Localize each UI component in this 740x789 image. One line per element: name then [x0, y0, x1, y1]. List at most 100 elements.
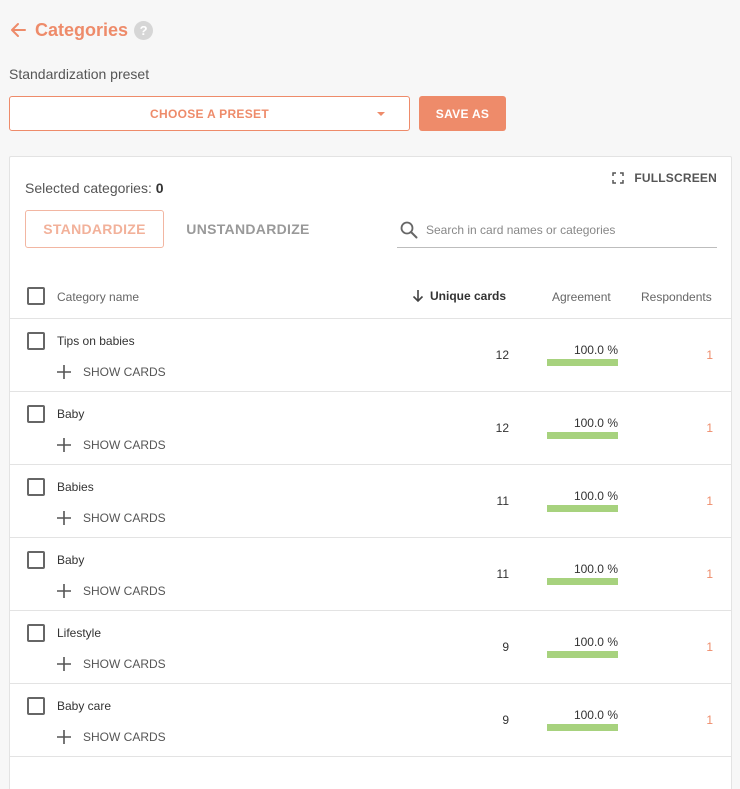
agreement-bar — [547, 505, 618, 512]
show-cards-label: SHOW CARDS — [83, 657, 166, 671]
category-name: Baby — [57, 553, 85, 567]
unique-cards-count: 12 — [495, 421, 509, 435]
preset-label: Standardization preset — [9, 66, 150, 82]
agreement-cell: 100.0 % — [547, 708, 618, 731]
agreement-percent: 100.0 % — [573, 708, 618, 722]
agreement-cell: 100.0 % — [547, 489, 618, 512]
caret-down-icon — [377, 112, 385, 116]
show-cards-label: SHOW CARDS — [83, 730, 166, 744]
plus-icon — [57, 657, 71, 671]
show-cards-button[interactable]: SHOW CARDS — [57, 511, 166, 525]
show-cards-button[interactable]: SHOW CARDS — [57, 365, 166, 379]
unique-cards-count: 9 — [502, 713, 509, 727]
category-name: Babies — [57, 480, 94, 494]
row-checkbox[interactable] — [27, 697, 45, 715]
agreement-bar — [547, 651, 618, 658]
categories-panel: Selected categories: 0 FULLSCREEN STANDA… — [9, 156, 732, 789]
unique-cards-count: 11 — [496, 494, 509, 508]
search-icon — [400, 221, 418, 238]
category-name: Baby care — [57, 699, 112, 713]
fullscreen-label: FULLSCREEN — [634, 171, 717, 185]
column-header-agreement: Agreement — [552, 290, 611, 304]
agreement-percent: 100.0 % — [573, 635, 618, 649]
standardize-button[interactable]: STANDARDIZE — [25, 210, 164, 248]
agreement-cell: 100.0 % — [547, 416, 618, 439]
show-cards-button[interactable]: SHOW CARDS — [57, 730, 166, 744]
agreement-bar-fill — [547, 359, 618, 366]
table-row: Baby SHOW CARDS 11 100.0 % 1 — [10, 538, 731, 611]
show-cards-button[interactable]: SHOW CARDS — [57, 657, 166, 671]
preset-select-value: CHOOSE A PRESET — [150, 106, 269, 121]
plus-icon — [57, 511, 71, 525]
agreement-cell: 100.0 % — [547, 343, 618, 366]
preset-select[interactable]: CHOOSE A PRESET — [9, 96, 410, 131]
agreement-bar-fill — [547, 432, 618, 439]
agreement-cell: 100.0 % — [547, 562, 618, 585]
column-header-unique-cards-label: Unique cards — [430, 289, 507, 303]
respondents-count[interactable]: 1 — [706, 494, 713, 508]
help-icon[interactable]: ? — [134, 20, 154, 40]
column-header-category-name: Category name — [57, 290, 140, 304]
selected-categories-count: 0 — [155, 180, 164, 196]
respondents-count[interactable]: 1 — [706, 640, 713, 654]
agreement-bar-fill — [547, 651, 618, 658]
row-checkbox[interactable] — [27, 405, 45, 423]
category-name: Lifestyle — [57, 626, 102, 640]
search-box — [397, 212, 717, 248]
show-cards-label: SHOW CARDS — [83, 511, 166, 525]
agreement-bar — [547, 432, 618, 439]
agreement-percent: 100.0 % — [573, 562, 618, 576]
row-checkbox[interactable] — [27, 332, 45, 350]
page-title: Categories — [35, 19, 129, 40]
plus-icon — [57, 584, 71, 598]
selected-categories-label: Selected categories: — [25, 180, 152, 196]
unique-cards-count: 9 — [502, 640, 509, 654]
unique-cards-count: 11 — [496, 567, 509, 581]
show-cards-button[interactable]: SHOW CARDS — [57, 438, 166, 452]
row-checkbox[interactable] — [27, 624, 45, 642]
agreement-percent: 100.0 % — [573, 343, 618, 357]
respondents-count[interactable]: 1 — [706, 421, 713, 435]
unique-cards-count: 12 — [495, 348, 509, 362]
table-row: Babies SHOW CARDS 11 100.0 % 1 — [10, 465, 731, 538]
fullscreen-icon — [612, 172, 625, 184]
unstandardize-button[interactable]: UNSTANDARDIZE — [178, 210, 318, 248]
row-checkbox[interactable] — [27, 551, 45, 569]
respondents-count[interactable]: 1 — [706, 713, 713, 727]
table-row: Baby SHOW CARDS 12 100.0 % 1 — [10, 392, 731, 465]
column-header-unique-cards[interactable]: Unique cards — [411, 289, 506, 303]
category-name: Baby — [57, 407, 85, 421]
table-row: Baby care SHOW CARDS 9 100.0 % 1 — [10, 684, 731, 757]
agreement-bar-fill — [547, 505, 618, 512]
fullscreen-button[interactable]: FULLSCREEN — [612, 171, 717, 185]
agreement-bar-fill — [547, 724, 618, 731]
respondents-count[interactable]: 1 — [706, 567, 713, 581]
show-cards-label: SHOW CARDS — [83, 438, 166, 452]
show-cards-label: SHOW CARDS — [83, 365, 166, 379]
plus-icon — [57, 365, 71, 379]
respondents-count[interactable]: 1 — [706, 348, 713, 362]
search-input[interactable] — [426, 222, 706, 237]
save-as-button[interactable]: SAVE AS — [419, 96, 506, 131]
show-cards-button[interactable]: SHOW CARDS — [57, 584, 166, 598]
table-row: Lifestyle SHOW CARDS 9 100.0 % 1 — [10, 611, 731, 684]
agreement-bar — [547, 578, 618, 585]
column-header-respondents: Respondents — [641, 290, 712, 304]
table-row: Tips on babies SHOW CARDS 12 100.0 % 1 — [10, 319, 731, 392]
row-checkbox[interactable] — [27, 478, 45, 496]
select-all-checkbox[interactable] — [27, 287, 45, 305]
agreement-cell: 100.0 % — [547, 635, 618, 658]
agreement-bar-fill — [547, 578, 618, 585]
category-name: Tips on babies — [57, 334, 135, 348]
arrow-down-icon — [412, 290, 424, 303]
selected-categories: Selected categories: 0 — [25, 180, 164, 196]
plus-icon — [57, 438, 71, 452]
table-header: Category name Unique cards Agreement Res… — [10, 277, 731, 319]
agreement-percent: 100.0 % — [573, 489, 618, 503]
plus-icon — [57, 730, 71, 744]
agreement-percent: 100.0 % — [573, 416, 618, 430]
arrow-left-icon[interactable] — [9, 21, 27, 39]
agreement-bar — [547, 359, 618, 366]
agreement-bar — [547, 724, 618, 731]
show-cards-label: SHOW CARDS — [83, 584, 166, 598]
